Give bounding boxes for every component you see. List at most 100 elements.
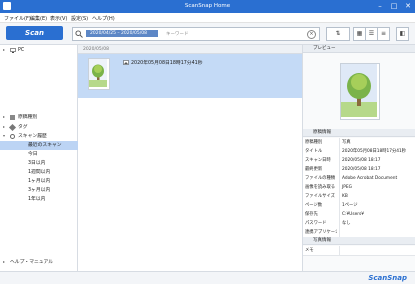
clear-search-button[interactable]: × bbox=[307, 30, 316, 39]
property-value[interactable]: 2020年05月08日18時17分41秒 bbox=[339, 147, 409, 156]
history-3days[interactable]: 3日以内 bbox=[0, 159, 78, 168]
sidebar-item-label: タグ bbox=[18, 125, 28, 130]
preview-header[interactable]: プレビュー bbox=[303, 45, 415, 53]
menu-bar: ファイル(F) 編集(E) 表示(V) 設定(S) ヘルプ(H) bbox=[0, 13, 415, 23]
close-button[interactable]: ✕ bbox=[401, 0, 415, 13]
property-value[interactable]: 2020/05/08 18:17 bbox=[339, 156, 409, 165]
menu-file[interactable]: ファイル(F) bbox=[4, 15, 31, 22]
property-key: ページ数 bbox=[305, 203, 323, 208]
property-key: ファイルの種類 bbox=[305, 176, 336, 181]
sidebar-item-label: スキャン履歴 bbox=[18, 134, 47, 139]
expand-arrow-icon: ▸ bbox=[3, 114, 6, 119]
keyword-input[interactable]: キーワード bbox=[166, 31, 189, 37]
clock-icon bbox=[10, 134, 15, 139]
collapse-arrow-icon: ▾ bbox=[3, 133, 6, 138]
history-label: 今日 bbox=[28, 152, 38, 157]
history-recent[interactable]: 最近のスキャン bbox=[0, 141, 78, 150]
panel-toggle-button[interactable]: ◧ bbox=[396, 27, 409, 41]
help-label: ヘルプ・マニュアル bbox=[10, 260, 54, 265]
property-value[interactable]: C:¥Users¥ bbox=[339, 210, 409, 219]
property-value[interactable]: 2020/05/08 18:17 bbox=[339, 165, 409, 174]
view-detail-button[interactable]: ≡ bbox=[377, 27, 390, 41]
history-3months[interactable]: 3ヶ月以内 bbox=[0, 186, 78, 195]
date-filter-chip[interactable]: 2020/04/25 – 2020/05/08 bbox=[86, 30, 158, 37]
photo-type-icon bbox=[123, 60, 129, 65]
scansnap-logo: ScanSnap bbox=[368, 274, 407, 282]
property-key: タイトル bbox=[305, 149, 323, 154]
history-1year[interactable]: 1年以内 bbox=[0, 195, 78, 204]
menu-edit[interactable]: 編集(E) bbox=[30, 15, 47, 22]
scan-button[interactable]: Scan bbox=[6, 26, 63, 40]
preview-label: プレビュー bbox=[313, 46, 336, 51]
expand-arrow-icon: ▸ bbox=[3, 47, 6, 52]
tag-icon bbox=[8, 123, 17, 132]
sidebar-item-pc[interactable]: ▸ PC bbox=[0, 46, 78, 55]
history-label: 3日以内 bbox=[28, 161, 46, 166]
section-photo-info[interactable]: 写真情報 bbox=[303, 237, 415, 245]
property-key: 連携アプリケーション bbox=[305, 230, 337, 235]
list-item[interactable]: 2020年05月08日18時17分41秒 bbox=[78, 54, 302, 98]
sidebar-item-history[interactable]: ▾ スキャン履歴 bbox=[0, 132, 78, 141]
preview-image[interactable] bbox=[340, 63, 380, 120]
property-value[interactable]: 写真 bbox=[339, 138, 409, 147]
minimize-button[interactable]: – bbox=[373, 0, 387, 13]
property-key: 原稿種別 bbox=[305, 140, 323, 145]
list-icon: ☰ bbox=[368, 30, 375, 37]
sidebar: ▸ PC ▸ 原稿種別 ▸ タグ ▾ スキャン履歴 最近のスキャン 今日 3日以… bbox=[0, 45, 78, 271]
title-bar: ScanSnap Home – □ ✕ bbox=[0, 0, 415, 13]
menu-help[interactable]: ヘルプ(H) bbox=[92, 15, 115, 22]
tree-photo-icon bbox=[341, 64, 377, 117]
window-title: ScanSnap Home bbox=[184, 3, 231, 9]
section-label: 原稿情報 bbox=[313, 130, 331, 135]
sidebar-item-label: 原稿種別 bbox=[18, 115, 38, 120]
property-value[interactable]: Adobe Acrobat Document bbox=[339, 174, 409, 183]
sort-icon: ⇅ bbox=[335, 30, 341, 37]
property-key: スキャン日時 bbox=[305, 158, 331, 163]
property-key: ファイルサイズ bbox=[305, 194, 335, 199]
doc-type-icon bbox=[10, 115, 15, 120]
property-value[interactable] bbox=[339, 246, 409, 255]
panel-icon: ◧ bbox=[399, 30, 406, 37]
grid-icon: ▦ bbox=[356, 30, 363, 37]
menu-settings[interactable]: 設定(S) bbox=[71, 15, 88, 22]
document-list: 2020/05/08 2020年05月08日18時17分41秒 bbox=[78, 45, 302, 271]
property-value[interactable]: なし bbox=[339, 219, 409, 228]
sidebar-item-tag[interactable]: ▸ タグ bbox=[0, 123, 78, 132]
expand-arrow-icon: ▸ bbox=[3, 124, 6, 129]
history-label: 1週間以内 bbox=[28, 170, 51, 175]
history-1week[interactable]: 1週間以内 bbox=[0, 168, 78, 177]
property-key: 最終更新 bbox=[305, 167, 323, 172]
section-label: 写真情報 bbox=[313, 238, 331, 243]
property-key: 保存先 bbox=[305, 212, 318, 217]
history-label: 最近のスキャン bbox=[28, 143, 62, 148]
status-bar: ScanSnap bbox=[0, 271, 415, 284]
tree-photo-icon bbox=[89, 59, 107, 87]
list-group-header: 2020/05/08 bbox=[78, 45, 302, 54]
sidebar-item-doc-type[interactable]: ▸ 原稿種別 bbox=[0, 113, 78, 122]
property-key: 画像を読み取る bbox=[305, 185, 336, 190]
help-manual-link[interactable]: ▸ ヘルプ・マニュアル bbox=[0, 258, 78, 267]
history-1month[interactable]: 1ヶ月以内 bbox=[0, 177, 78, 186]
property-value[interactable]: JPEG bbox=[339, 183, 409, 192]
section-document-info[interactable]: 原稿情報 bbox=[303, 129, 415, 137]
detail-view-icon: ≡ bbox=[380, 30, 387, 37]
property-value[interactable] bbox=[339, 228, 409, 237]
property-row: メモ bbox=[303, 246, 415, 256]
document-title: 2020年05月08日18時17分41秒 bbox=[131, 61, 203, 66]
history-label: 1ヶ月以内 bbox=[28, 179, 51, 184]
history-today[interactable]: 今日 bbox=[0, 150, 78, 159]
search-box[interactable]: 2020/04/25 – 2020/05/08 キーワード × bbox=[72, 27, 320, 41]
search-icon[interactable] bbox=[75, 30, 83, 38]
toolbar: Scan 2020/04/25 – 2020/05/08 キーワード × ⇅ ▦… bbox=[0, 23, 415, 45]
detail-pane: プレビュー 原稿情報 原稿種別 写真タイトル 2020年05月08日18時17分41… bbox=[302, 45, 415, 271]
sort-button[interactable]: ⇅ bbox=[326, 27, 350, 41]
property-key: パスワード bbox=[305, 221, 327, 226]
document-thumbnail[interactable] bbox=[88, 58, 110, 90]
property-value[interactable]: 1ページ bbox=[339, 201, 409, 210]
maximize-button[interactable]: □ bbox=[387, 0, 401, 13]
property-value[interactable]: KB bbox=[339, 192, 409, 201]
menu-view[interactable]: 表示(V) bbox=[50, 15, 67, 22]
history-label: 1年以内 bbox=[28, 197, 46, 202]
history-label: 3ヶ月以内 bbox=[28, 188, 51, 193]
expand-arrow-icon: ▸ bbox=[3, 259, 6, 264]
